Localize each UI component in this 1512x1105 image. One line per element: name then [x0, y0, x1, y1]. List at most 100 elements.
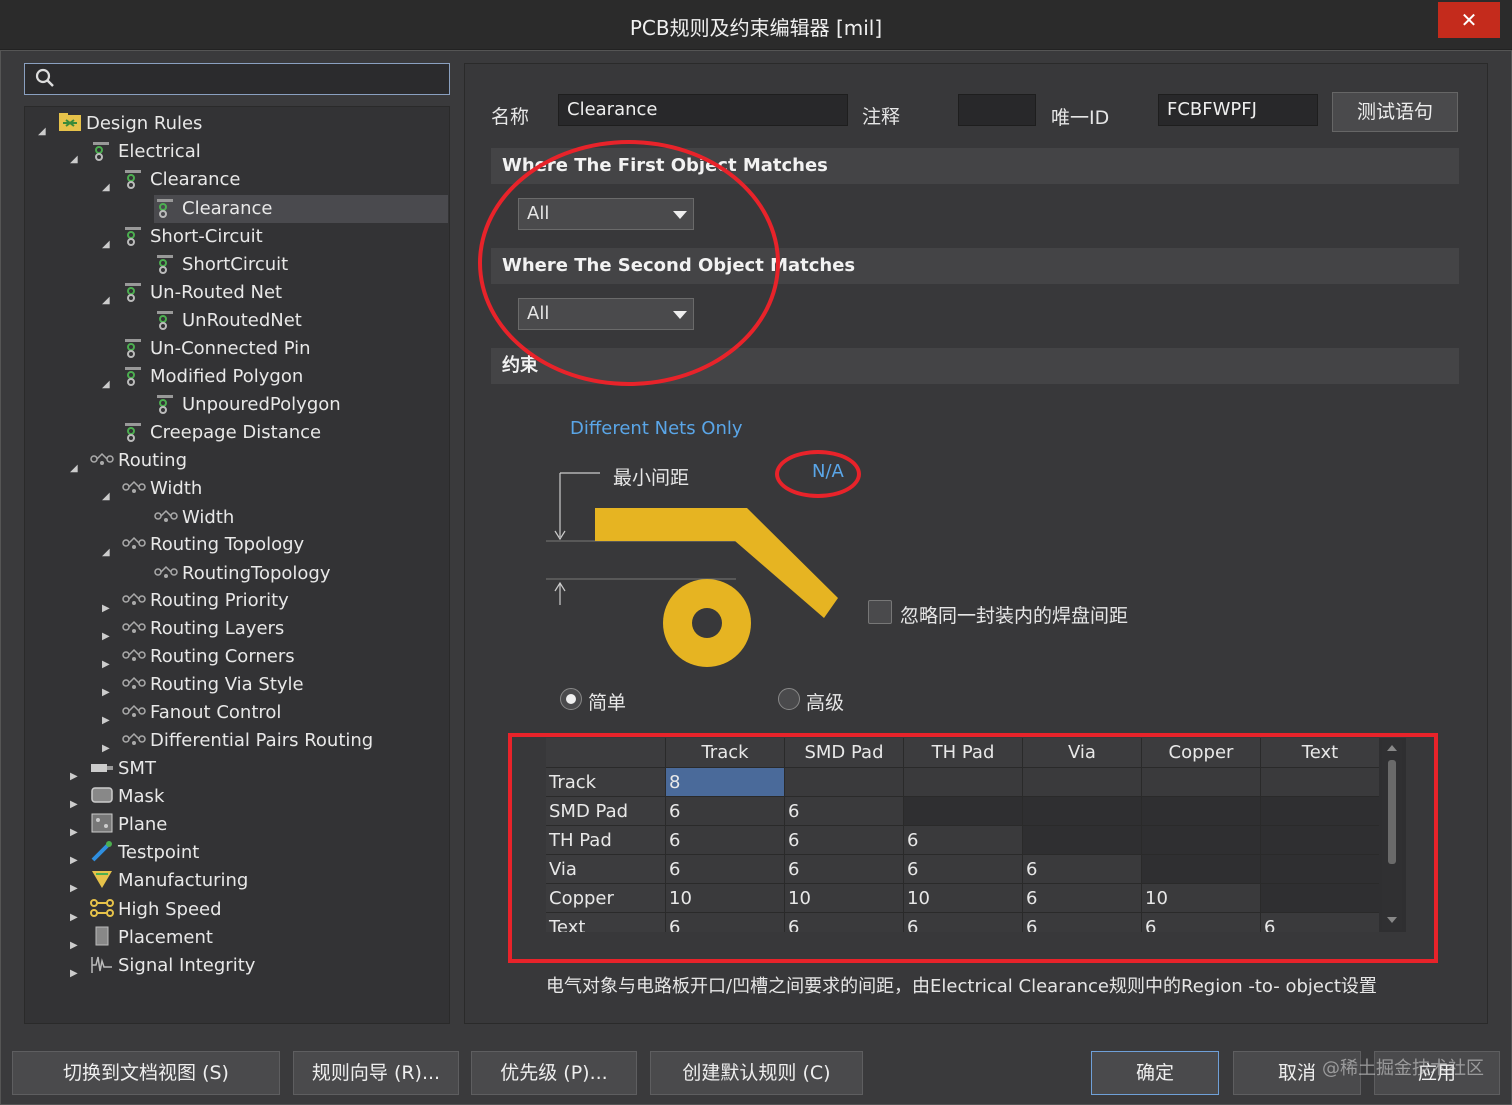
priority-button[interactable]: 优先级 (P)... — [471, 1051, 637, 1095]
expand-arrow-icon[interactable]: ▶ — [70, 904, 78, 932]
expand-arrow-icon[interactable]: ▶ — [70, 960, 78, 988]
tree-item-high-speed[interactable]: High Speed — [90, 896, 222, 924]
ok-button[interactable]: 确定 — [1091, 1051, 1219, 1095]
tree-item-width-group[interactable]: Width — [122, 475, 202, 503]
expand-arrow-icon[interactable]: ▶ — [70, 791, 78, 819]
collapse-arrow-icon[interactable]: ◢ — [102, 483, 110, 511]
tree-item-routingtopology-rule[interactable]: RoutingTopology — [154, 560, 331, 588]
placement-icon — [90, 926, 118, 948]
routing-rule-icon — [122, 534, 150, 555]
collapse-arrow-icon[interactable]: ◢ — [38, 118, 46, 146]
collapse-arrow-icon[interactable]: ◢ — [102, 287, 110, 315]
electrical-rule-icon — [154, 310, 182, 331]
tree-item-shortcircuit-rule[interactable]: ShortCircuit — [154, 251, 288, 279]
tree-item-label: Creepage Distance — [150, 422, 322, 443]
expand-arrow-icon[interactable]: ▶ — [70, 763, 78, 791]
tree-item-label: Fanout Control — [150, 702, 282, 723]
tree-item-routing-priority[interactable]: Routing Priority — [122, 587, 289, 615]
test-query-button[interactable]: 测试语句 — [1332, 92, 1458, 132]
unique-id-field[interactable]: FCBFWPFJ — [1158, 94, 1318, 126]
window-title: PCB规则及约束编辑器 [mil] — [629, 16, 883, 40]
search-icon — [35, 68, 55, 93]
region-note: 电气对象与电路板开口/凹槽之间要求的间距，由Electrical Clearan… — [546, 976, 1377, 997]
tree-item-label: Modified Polygon — [150, 366, 304, 387]
collapse-arrow-icon[interactable]: ◢ — [102, 539, 110, 567]
tree-item-clearance-group[interactable]: Clearance — [122, 166, 240, 194]
expand-arrow-icon[interactable]: ▶ — [70, 819, 78, 847]
collapse-arrow-icon[interactable]: ◢ — [70, 146, 78, 174]
tree-item-label: Width — [182, 507, 235, 528]
net-scope-link[interactable]: Different Nets Only — [570, 418, 743, 439]
routing-rule-icon — [154, 507, 182, 528]
tree-item-mask[interactable]: Mask — [90, 783, 164, 811]
tree-item-routing-via-style[interactable]: Routing Via Style — [122, 671, 304, 699]
expand-arrow-icon[interactable]: ▶ — [70, 875, 78, 903]
doc-view-button[interactable]: 切换到文档视图 (S) — [12, 1051, 280, 1095]
expand-arrow-icon[interactable]: ▶ — [102, 679, 110, 707]
annotation-rect-matrix — [508, 733, 1438, 963]
tree-item-plane[interactable]: Plane — [90, 811, 167, 839]
tree-item-modified-polygon-group[interactable]: Modified Polygon — [122, 363, 303, 391]
ignore-pad-checkbox[interactable] — [868, 600, 892, 624]
title-bar: PCB规则及约束编辑器 [mil] ✕ — [0, 0, 1512, 50]
tree-item-routing[interactable]: Routing — [90, 447, 187, 475]
electrical-rule-icon — [154, 254, 182, 275]
rule-wizard-button[interactable]: 规则向导 (R)... — [293, 1051, 459, 1095]
tree-item-manufacturing[interactable]: Manufacturing — [90, 867, 248, 895]
tree-item-label: Signal Integrity — [118, 955, 256, 976]
routing-rule-icon — [122, 590, 150, 611]
name-label: 名称 — [491, 106, 530, 128]
tree-item-design-rules[interactable]: Design Rules — [58, 110, 202, 138]
advanced-mode-radio[interactable] — [778, 688, 800, 710]
expand-arrow-icon[interactable]: ▶ — [102, 707, 110, 735]
tree-item-label: Un-Connected Pin — [150, 338, 311, 359]
tree-item-label: Short-Circuit — [150, 226, 263, 247]
tree-item-smt[interactable]: SMT — [90, 755, 156, 783]
routing-rule-icon — [122, 618, 150, 639]
min-clearance-label: 最小间距 — [613, 467, 690, 489]
simple-mode-label: 简单 — [588, 692, 627, 714]
tree-item-unpouredpolygon-rule[interactable]: UnpouredPolygon — [154, 391, 341, 419]
create-default-button[interactable]: 创建默认规则 (C) — [650, 1051, 863, 1095]
annotation-circle-na — [775, 450, 861, 498]
tree-item-creepage-distance[interactable]: Creepage Distance — [122, 419, 321, 447]
comment-field[interactable] — [958, 94, 1036, 126]
collapse-arrow-icon[interactable]: ◢ — [102, 174, 110, 202]
tree-item-label: Routing — [118, 450, 188, 471]
tree-item-fanout-control[interactable]: Fanout Control — [122, 699, 281, 727]
tree-item-short-circuit-group[interactable]: Short-Circuit — [122, 223, 263, 251]
expand-arrow-icon[interactable]: ▶ — [70, 847, 78, 875]
expand-arrow-icon[interactable]: ▶ — [102, 595, 110, 623]
tree-item-differential-pairs-routing[interactable]: Differential Pairs Routing — [122, 727, 373, 755]
tree-item-electrical[interactable]: Electrical — [90, 138, 201, 166]
tree-item-clearance-rule[interactable]: Clearance — [154, 195, 448, 223]
unique-id-label: 唯一ID — [1051, 107, 1110, 129]
tree-item-unroutednet-rule[interactable]: UnRoutedNet — [154, 307, 302, 335]
tree-item-un-connected-pin[interactable]: Un-Connected Pin — [122, 335, 311, 363]
collapse-arrow-icon[interactable]: ◢ — [102, 231, 110, 259]
expand-arrow-icon[interactable]: ▶ — [102, 651, 110, 679]
tree-item-routing-corners[interactable]: Routing Corners — [122, 643, 295, 671]
ignore-pad-label: 忽略同一封装内的焊盘间距 — [900, 605, 1129, 627]
tree-item-routing-topology-group[interactable]: Routing Topology — [122, 531, 304, 559]
search-input[interactable] — [24, 63, 450, 95]
electrical-rule-icon — [122, 226, 150, 247]
tree-item-routing-layers[interactable]: Routing Layers — [122, 615, 284, 643]
tree-item-label: ShortCircuit — [182, 254, 289, 275]
tree-item-label: SMT — [118, 758, 156, 779]
collapse-arrow-icon[interactable]: ◢ — [70, 455, 78, 483]
routing-rule-icon — [122, 646, 150, 667]
simple-mode-radio[interactable] — [560, 688, 582, 710]
smt-icon — [90, 758, 118, 779]
tree-item-width-rule[interactable]: Width — [154, 504, 234, 532]
close-button[interactable]: ✕ — [1438, 2, 1500, 38]
tree-item-signal-integrity[interactable]: Signal Integrity — [90, 952, 255, 980]
tree-item-placement[interactable]: Placement — [90, 924, 213, 952]
name-field[interactable]: Clearance — [558, 94, 848, 126]
routing-rule-icon — [154, 563, 182, 584]
expand-arrow-icon[interactable]: ▶ — [102, 623, 110, 651]
tree-item-testpoint[interactable]: Testpoint — [90, 839, 199, 867]
expand-arrow-icon[interactable]: ▶ — [70, 932, 78, 960]
tree-item-un-routed-net-group[interactable]: Un-Routed Net — [122, 279, 282, 307]
collapse-arrow-icon[interactable]: ◢ — [102, 371, 110, 399]
